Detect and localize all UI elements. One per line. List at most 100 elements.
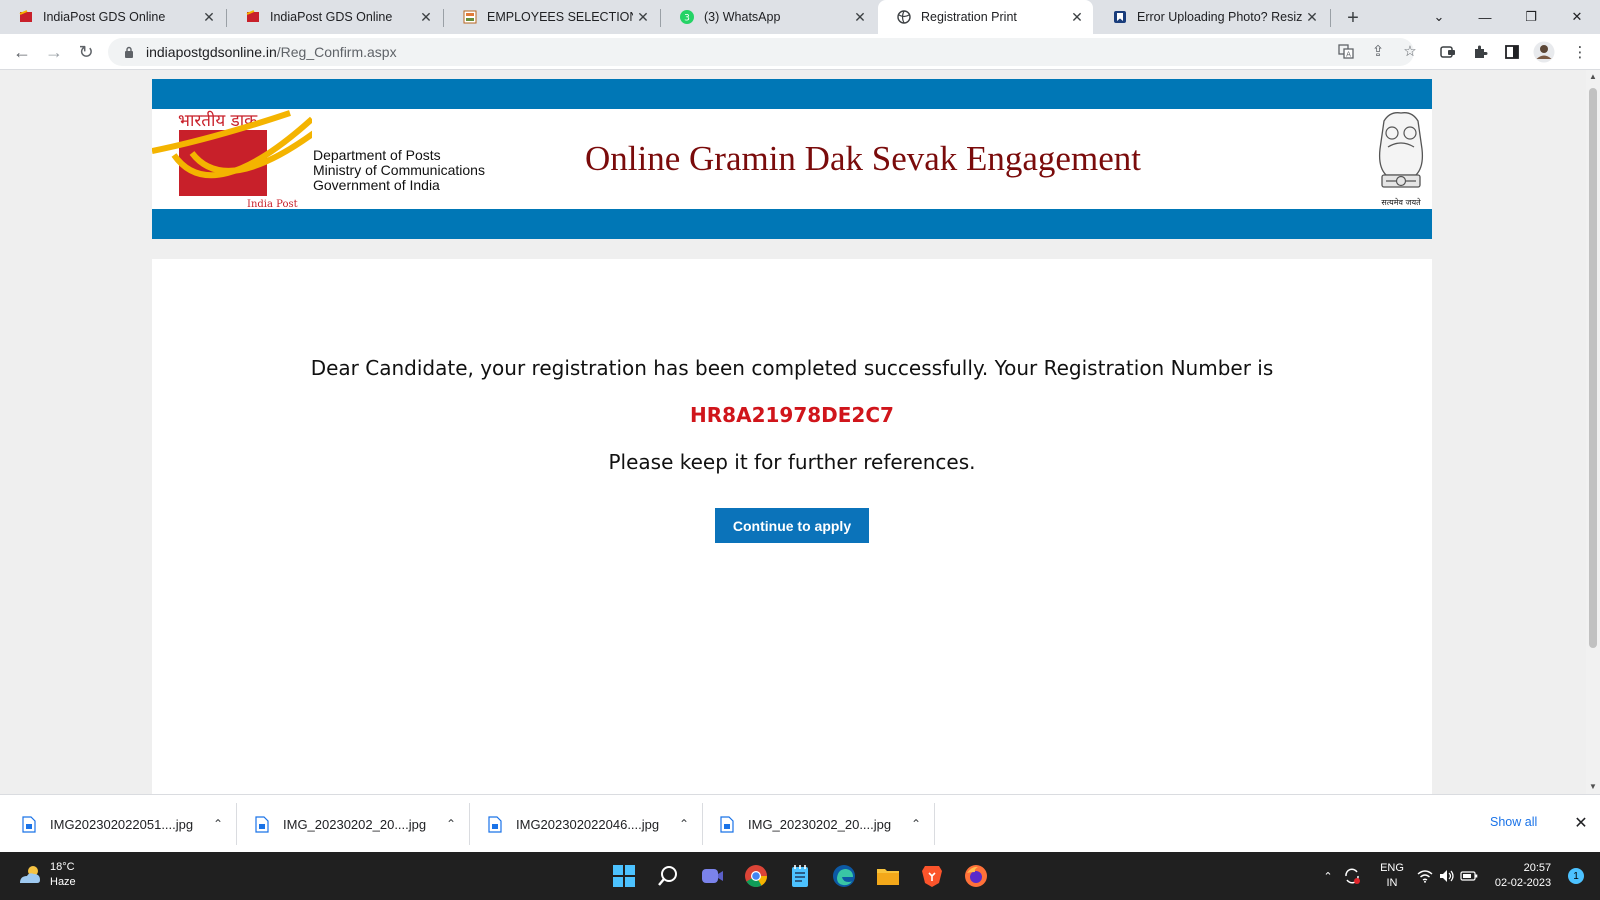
sync-icon[interactable] bbox=[1340, 852, 1364, 900]
extension-icon[interactable] bbox=[1436, 40, 1460, 64]
teams-chat-icon[interactable] bbox=[696, 860, 728, 892]
scroll-down-arrow-icon[interactable]: ▼ bbox=[1588, 782, 1598, 792]
weather-widget[interactable]: 18°C Haze bbox=[16, 860, 76, 890]
page-viewport: भारतीय डाक India Post Department of Post… bbox=[0, 70, 1586, 794]
volume-icon[interactable] bbox=[1436, 852, 1458, 900]
windows-start-icon[interactable] bbox=[608, 860, 640, 892]
download-filename: IMG202302022046....jpg bbox=[516, 816, 660, 832]
region-code: IN bbox=[1386, 877, 1398, 889]
chevron-up-icon[interactable]: ⌃ bbox=[674, 814, 694, 834]
forward-button[interactable]: → bbox=[40, 38, 68, 66]
close-icon[interactable]: ✕ bbox=[1067, 7, 1087, 27]
tab-indiapost-2[interactable]: IndiaPost GDS Online ✕ bbox=[227, 0, 442, 34]
svg-text:India Post: India Post bbox=[247, 199, 298, 209]
tab-title: (3) WhatsApp bbox=[704, 10, 781, 24]
clock-date: 02-02-2023 bbox=[1494, 877, 1552, 889]
close-icon[interactable]: ✕ bbox=[1302, 7, 1322, 27]
download-item[interactable]: IMG_20230202_20....jpg ⌃ bbox=[255, 795, 461, 853]
file-icon bbox=[488, 815, 502, 833]
address-bar[interactable]: indiapostgdsonline.in/Reg_Confirm.aspx bbox=[108, 38, 1414, 66]
wifi-icon[interactable] bbox=[1414, 852, 1436, 900]
translate-icon[interactable]: A bbox=[1334, 39, 1358, 63]
close-icon[interactable]: ✕ bbox=[1570, 812, 1592, 834]
tab-registration-print[interactable]: Registration Print ✕ bbox=[878, 0, 1093, 34]
share-icon[interactable]: ⇪ bbox=[1366, 39, 1390, 63]
battery-icon[interactable] bbox=[1458, 852, 1480, 900]
file-icon bbox=[720, 815, 734, 833]
close-icon[interactable]: ✕ bbox=[850, 7, 870, 27]
india-post-logo: भारतीय डाक India Post bbox=[151, 109, 324, 210]
edge-icon[interactable] bbox=[828, 860, 860, 892]
file-icon bbox=[255, 815, 269, 833]
new-tab-button[interactable]: + bbox=[1340, 5, 1366, 31]
whatsapp-icon: 3 bbox=[679, 9, 695, 25]
tab-title: IndiaPost GDS Online bbox=[43, 10, 166, 24]
scrollbar-thumb[interactable] bbox=[1589, 88, 1597, 648]
clock-time: 20:57 bbox=[1523, 862, 1552, 874]
svg-text:3: 3 bbox=[684, 14, 690, 24]
site-title: Online Gramin Dak Sevak Engagement bbox=[585, 139, 1141, 178]
tab-error-uploading[interactable]: Error Uploading Photo? Resiz ✕ bbox=[1094, 0, 1328, 34]
profile-avatar[interactable] bbox=[1532, 40, 1556, 64]
puzzle-icon[interactable] bbox=[1468, 40, 1492, 64]
national-emblem-icon: सत्यमेव जयते bbox=[1370, 109, 1432, 209]
notepad-icon[interactable] bbox=[784, 860, 816, 892]
bookmark-star-icon[interactable]: ☆ bbox=[1398, 39, 1422, 63]
file-icon bbox=[22, 815, 36, 833]
language-indicator[interactable]: ENG IN bbox=[1370, 852, 1414, 900]
show-all-downloads-link[interactable]: Show all bbox=[1490, 815, 1537, 829]
browser-toolbar: ← → ↻ indiapostgdsonline.in/Reg_Confirm.… bbox=[0, 34, 1600, 70]
download-item[interactable]: IMG_20230202_20....jpg ⌃ bbox=[720, 795, 926, 853]
page-scrollbar[interactable]: ▲ ▼ bbox=[1586, 70, 1600, 794]
side-panel-icon[interactable] bbox=[1500, 40, 1524, 64]
firefox-icon[interactable] bbox=[960, 860, 992, 892]
svg-text:A: A bbox=[1346, 51, 1351, 59]
download-filename: IMG_20230202_20....jpg bbox=[748, 816, 892, 832]
brave-icon[interactable] bbox=[916, 860, 948, 892]
restore-button[interactable]: ❐ bbox=[1508, 0, 1554, 34]
minimize-button[interactable]: — bbox=[1462, 0, 1508, 34]
lock-icon bbox=[122, 45, 136, 59]
weather-temperature: 18°C bbox=[50, 861, 75, 873]
clock[interactable]: 20:57 02-02-2023 bbox=[1488, 852, 1558, 900]
tab-search-chevron-icon[interactable]: ⌄ bbox=[1416, 0, 1462, 34]
continue-to-apply-button[interactable]: Continue to apply bbox=[715, 508, 869, 543]
success-message: Dear Candidate, your registration has be… bbox=[310, 356, 1274, 380]
site-header: भारतीय डाक India Post Department of Post… bbox=[151, 79, 1432, 239]
dept-line-3: Government of India bbox=[313, 177, 440, 193]
tab-employees-selection[interactable]: EMPLOYEES SELECTION BOAR ✕ bbox=[444, 0, 659, 34]
tab-title: EMPLOYEES SELECTION BOAR bbox=[487, 10, 633, 24]
back-button[interactable]: ← bbox=[8, 38, 36, 66]
dept-line-1: Department of Posts bbox=[313, 147, 441, 163]
language-code: ENG bbox=[1380, 862, 1404, 874]
download-item[interactable]: IMG202302022046....jpg ⌃ bbox=[488, 795, 694, 853]
header-band-bottom bbox=[152, 209, 1432, 239]
reload-button[interactable]: ↻ bbox=[72, 38, 100, 66]
window-close-button[interactable]: ✕ bbox=[1554, 0, 1600, 34]
notification-center[interactable]: 1 bbox=[1564, 852, 1588, 900]
close-icon[interactable]: ✕ bbox=[416, 7, 436, 27]
department-text: Department of Posts Ministry of Communic… bbox=[313, 148, 485, 193]
chevron-up-icon[interactable]: ⌃ bbox=[441, 814, 461, 834]
chevron-up-icon[interactable]: ⌃ bbox=[208, 814, 228, 834]
tab-title: Error Uploading Photo? Resiz bbox=[1137, 10, 1302, 24]
esb-icon bbox=[462, 9, 478, 25]
tray-chevron-up-icon[interactable]: ⌃ bbox=[1318, 852, 1338, 900]
tab-whatsapp[interactable]: 3 (3) WhatsApp ✕ bbox=[661, 0, 876, 34]
scroll-up-arrow-icon[interactable]: ▲ bbox=[1588, 72, 1598, 82]
svg-text:सत्यमेव जयते: सत्यमेव जयते bbox=[1381, 197, 1421, 207]
menu-kebab-icon[interactable]: ⋮ bbox=[1568, 40, 1592, 64]
globe-icon bbox=[896, 9, 912, 25]
chrome-icon[interactable] bbox=[740, 860, 772, 892]
search-icon[interactable] bbox=[652, 860, 684, 892]
chevron-up-icon[interactable]: ⌃ bbox=[906, 814, 926, 834]
tab-indiapost-1[interactable]: IndiaPost GDS Online ✕ bbox=[0, 0, 225, 34]
file-explorer-icon[interactable] bbox=[872, 860, 904, 892]
close-icon[interactable]: ✕ bbox=[199, 7, 219, 27]
header-band-top bbox=[152, 79, 1432, 109]
download-item[interactable]: IMG202302022051....jpg ⌃ bbox=[22, 795, 228, 853]
dept-line-2: Ministry of Communications bbox=[313, 162, 485, 178]
bookmark-icon bbox=[1112, 9, 1128, 25]
download-shelf: IMG202302022051....jpg ⌃ IMG_20230202_20… bbox=[0, 794, 1600, 852]
close-icon[interactable]: ✕ bbox=[633, 7, 653, 27]
